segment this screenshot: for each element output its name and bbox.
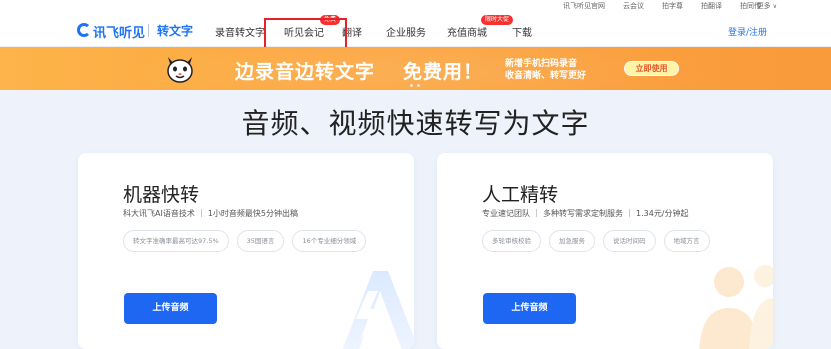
login-register-link[interactable]: 登录/注册: [728, 25, 767, 38]
page-headline: 音频、视频快速转写为文字: [241, 107, 590, 140]
banner-title: 边录音边转文字: [235, 61, 376, 83]
feature-tags: 转文字准确率最高可达97.5% 35国语言 16个专业细分领域: [123, 230, 367, 252]
card-description: 科大讯飞AI语音技术 1小时音频最快5分钟出稿: [123, 208, 298, 219]
feature-tag: 转文字准确率最高可达97.5%: [123, 230, 229, 252]
people-illustration-icon: [699, 265, 773, 349]
feature-tag: 地域方言: [663, 230, 710, 252]
feature-tag: 说话时间码: [603, 230, 656, 252]
nav-item-recording-to-text[interactable]: 录音转文字: [215, 24, 265, 39]
banner-subtitle-2: 收音清晰、转写更好: [505, 71, 587, 81]
logo-divider: [148, 24, 149, 37]
card-title: 人工精转: [482, 184, 559, 206]
ai-watermark-icon: [342, 271, 414, 349]
nav-item-store[interactable]: 充值商城: [447, 24, 487, 39]
upload-audio-button[interactable]: 上传音频: [124, 293, 217, 324]
utility-link-translate[interactable]: 拍翻译: [701, 1, 722, 11]
carousel-dots[interactable]: [410, 84, 420, 87]
feature-tag: 35国语言: [236, 230, 285, 252]
feature-tag: 多轮审核校验: [482, 230, 541, 252]
utility-bar: 讯飞听见官网 云会议 拍字尊 拍翻译 拍同传 更多: [0, 0, 831, 13]
mascot-icon: [167, 57, 193, 83]
upload-audio-button[interactable]: 上传音频: [483, 293, 576, 324]
machine-transcription-card: 机器快转 科大讯飞AI语音技术 1小时音频最快5分钟出稿 转文字准确率最高可达97…: [78, 153, 414, 349]
utility-link-cloud-meeting[interactable]: 云会议: [623, 1, 644, 11]
human-transcription-card: 人工精转 专业速记团队 多种转写需求定制服务 1.34元/分钟起 多轮审核校验 加急…: [437, 153, 773, 349]
utility-link-paizizun[interactable]: 拍字尊: [662, 1, 683, 11]
logo-icon: [77, 23, 91, 37]
product-name[interactable]: 转文字: [157, 22, 193, 39]
banner-use-now-button[interactable]: 立即使用: [624, 61, 679, 76]
utility-link-website[interactable]: 讯飞听见官网: [563, 1, 605, 11]
card-desc-part: 专业速记团队: [482, 209, 530, 218]
card-description: 专业速记团队 多种转写需求定制服务 1.34元/分钟起: [482, 208, 689, 219]
feature-tags: 多轮审核校验 加急服务 说话时间码 地域方言: [482, 230, 710, 252]
promo-banner[interactable]: 边录音边转文字 免费用！ 新增手机扫码录音 收音清晰、转写更好 立即使用: [0, 47, 831, 90]
feature-tag: 16个专业细分领域: [292, 230, 367, 252]
card-desc-part: 多种转写需求定制服务: [543, 209, 623, 218]
nav-item-enterprise[interactable]: 企业服务: [386, 24, 426, 39]
utility-links: 讯飞听见官网 云会议 拍字尊 拍翻译 拍同传: [563, 1, 761, 11]
card-desc-part: 科大讯飞AI语音技术: [123, 209, 195, 218]
nav-item-download[interactable]: 下载: [512, 24, 532, 39]
utility-more-dropdown[interactable]: 更多: [757, 1, 777, 11]
logo[interactable]: 讯飞听见: [93, 22, 145, 41]
feature-tag: 加急服务: [549, 230, 595, 252]
top-nav: 讯飞听见 转文字 录音转文字 听见会记 免费 翻译 企业服务 充值商城 限时大促…: [0, 13, 831, 57]
card-desc-part: 1.34元/分钟起: [636, 209, 689, 218]
card-title: 机器快转: [123, 184, 200, 206]
promo-badge: 限时大促: [481, 15, 514, 25]
card-desc-part: 1小时音频最快5分钟出稿: [207, 209, 299, 218]
banner-free: 免费用！: [403, 61, 484, 83]
